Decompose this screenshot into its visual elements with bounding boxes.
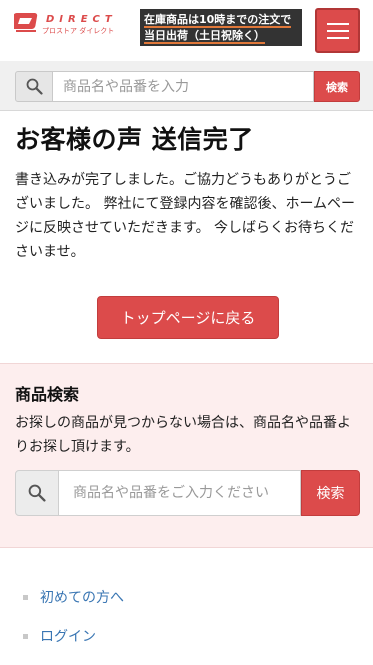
top-search-button[interactable]: 検索 bbox=[314, 71, 360, 102]
page-title: お客様の声 送信完了 bbox=[15, 125, 254, 154]
top-search-bar: 検索 bbox=[0, 61, 373, 111]
site-logo[interactable]: DIRECT プロストア ダイレクト bbox=[11, 11, 126, 37]
completion-message: 書き込みが完了しました。ご協力どうもありがとうございました。 弊社にて登録内容を… bbox=[15, 172, 356, 260]
link-label[interactable]: ログイン bbox=[40, 626, 96, 646]
link-login[interactable]: ログイン bbox=[23, 624, 96, 648]
logo-subtitle: プロストア ダイレクト bbox=[42, 26, 114, 35]
product-search-section: 商品検索 お探しの商品が見つからない場合は、商品名や品番よりお探し頂けます。 検… bbox=[0, 363, 373, 548]
shipping-notice[interactable]: 在庫商品は10時までの注文で 当日出荷（土日祝除く） bbox=[140, 9, 302, 46]
product-search-input[interactable] bbox=[59, 470, 301, 516]
link-first-time[interactable]: 初めての方へ bbox=[23, 585, 124, 609]
hamburger-icon-bar bbox=[326, 36, 349, 39]
bullet-icon bbox=[23, 594, 28, 600]
menu-button[interactable] bbox=[315, 8, 360, 53]
bullet-icon bbox=[23, 633, 28, 639]
notice-line-2: 当日出荷（土日祝除く） bbox=[144, 29, 265, 44]
search-icon bbox=[15, 71, 53, 102]
logo-wordmark: DIRECT bbox=[46, 14, 117, 25]
logo-mark: DIRECT プロストア ダイレクト bbox=[11, 13, 117, 35]
hamburger-icon-bar bbox=[326, 29, 349, 32]
top-search-input[interactable] bbox=[53, 71, 314, 102]
product-search-button[interactable]: 検索 bbox=[301, 470, 360, 516]
search-icon bbox=[15, 470, 59, 516]
back-to-top-button[interactable]: トップページに戻る bbox=[97, 296, 279, 339]
product-search-title: 商品検索 bbox=[15, 385, 80, 404]
hamburger-icon bbox=[326, 22, 349, 25]
link-label[interactable]: 初めての方へ bbox=[40, 587, 124, 607]
product-search-description: お探しの商品が見つからない場合は、商品名や品番よりお探し頂けます。 bbox=[15, 415, 351, 455]
notice-line-1: 在庫商品は10時までの注文で bbox=[144, 13, 292, 28]
site-header: DIRECT プロストア ダイレクト 在庫商品は10時までの注文で 当日出荷（土… bbox=[0, 0, 373, 61]
